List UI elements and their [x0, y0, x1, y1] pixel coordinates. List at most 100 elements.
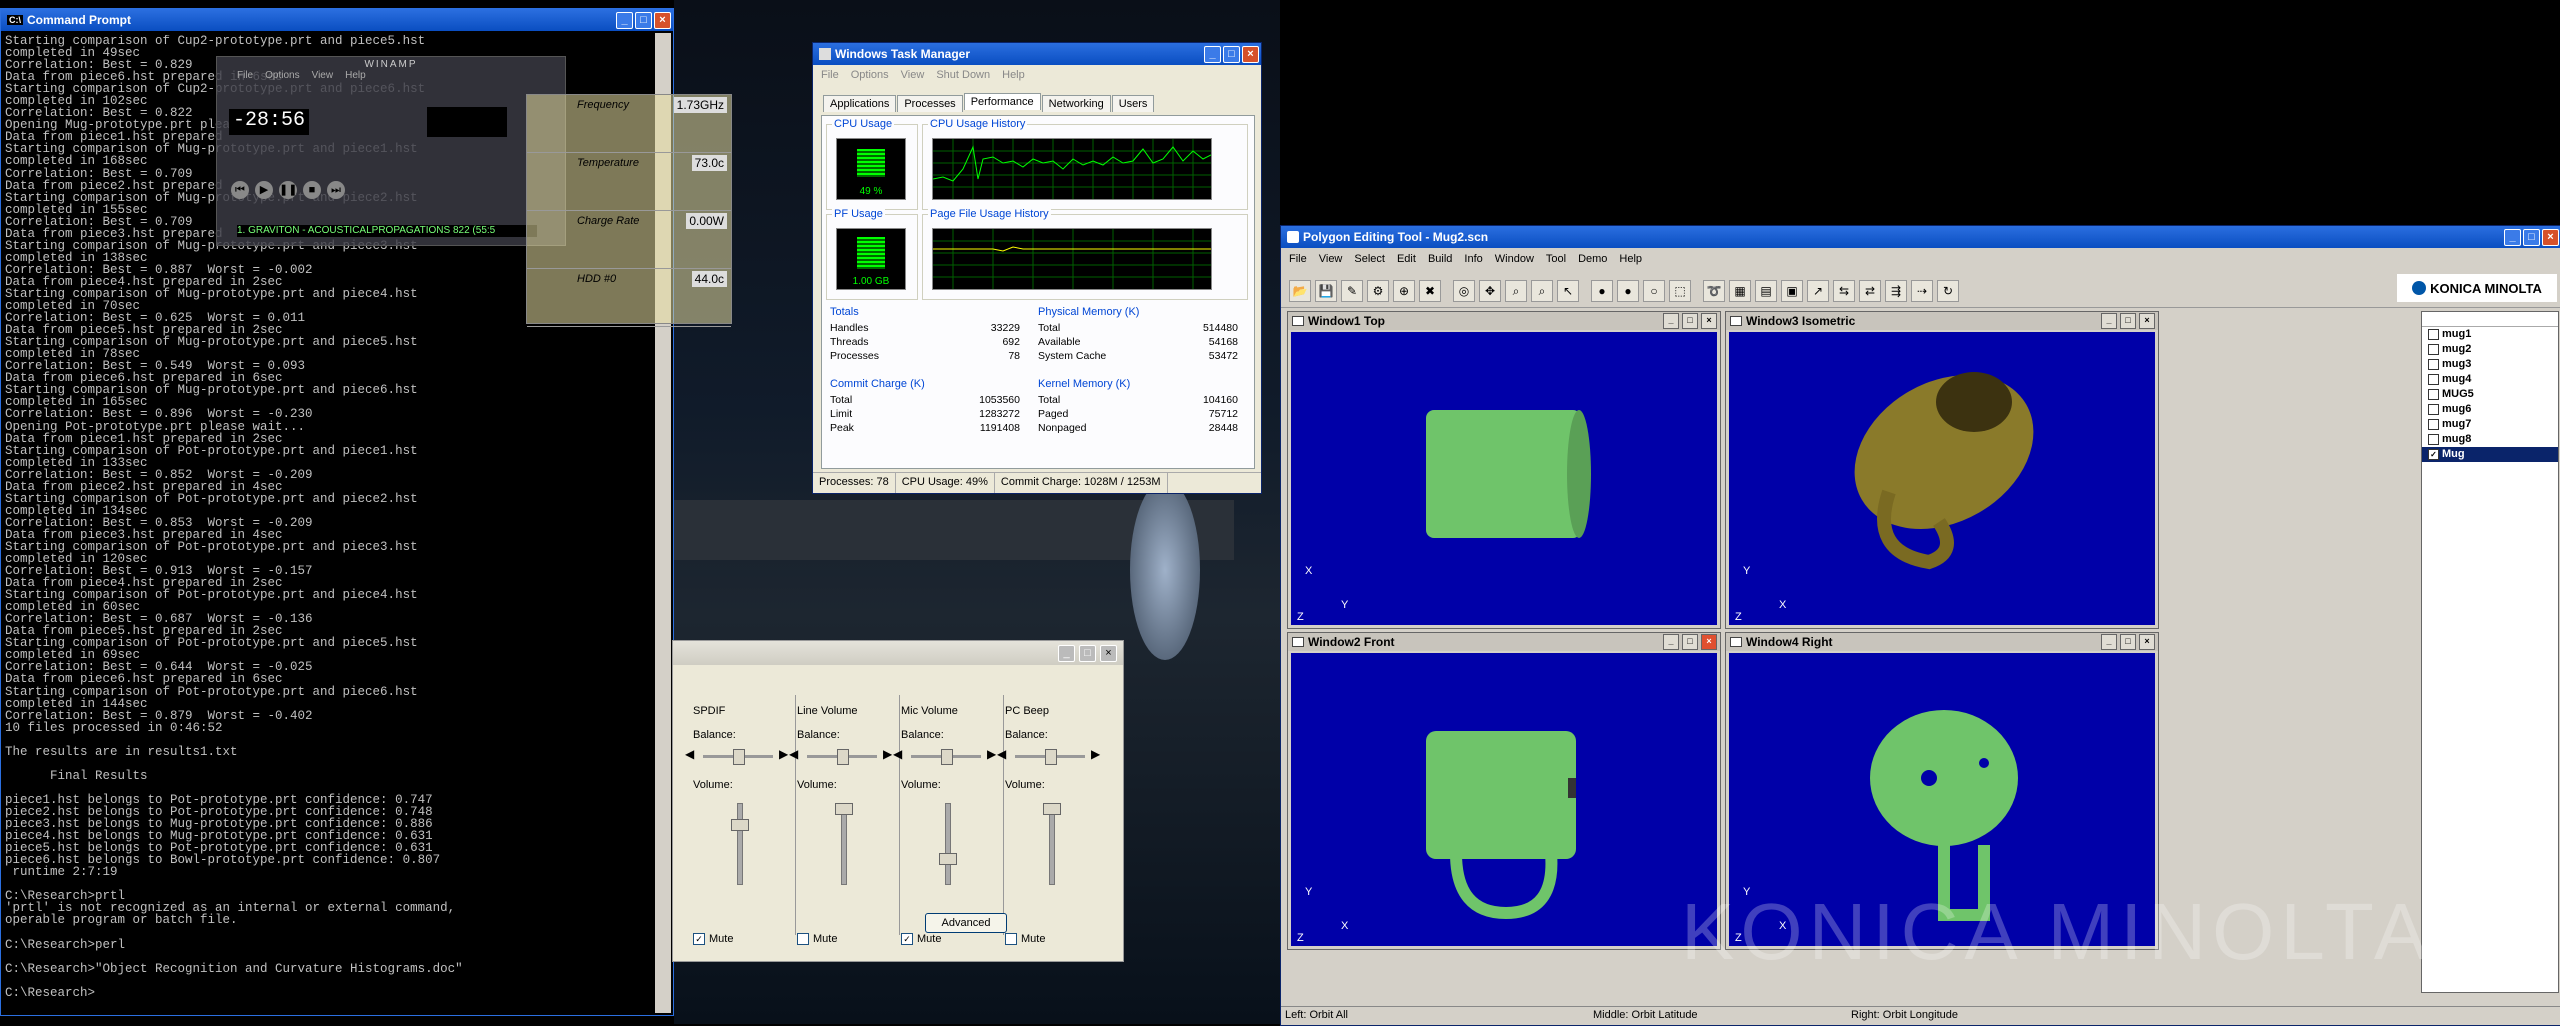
- taskmgr-tabs[interactable]: Applications Processes Performance Networki…: [823, 93, 1155, 112]
- pet-menu-item[interactable]: View: [1319, 253, 1343, 265]
- shade-icon[interactable]: ●: [1617, 280, 1639, 302]
- grid-icon[interactable]: ▦: [1729, 280, 1751, 302]
- maximize-button[interactable]: □: [1223, 45, 1240, 63]
- zoom-box-icon[interactable]: ⌕: [1531, 280, 1553, 302]
- maximize-button[interactable]: □: [2120, 634, 2136, 650]
- object-list-item[interactable]: mug4: [2422, 372, 2558, 387]
- pet-menu-item[interactable]: Demo: [1578, 253, 1607, 265]
- balance-knob[interactable]: [941, 749, 953, 765]
- pet-menu-item[interactable]: Select: [1354, 253, 1385, 265]
- object-list-item[interactable]: MUG5: [2422, 387, 2558, 402]
- object-list-item[interactable]: mug2: [2422, 342, 2558, 357]
- winamp-menu-item[interactable]: Options: [265, 70, 299, 81]
- play-icon[interactable]: ▶: [255, 181, 273, 199]
- balance-slider[interactable]: [703, 749, 773, 765]
- minimize-button[interactable]: _: [1663, 313, 1679, 329]
- pet-menu-item[interactable]: Tool: [1546, 253, 1566, 265]
- mug-mesh[interactable]: [1291, 332, 1717, 625]
- pet-menu-item[interactable]: Help: [1619, 253, 1642, 265]
- balance-slider[interactable]: [1015, 749, 1085, 765]
- viewport-canvas[interactable]: Y X Z: [1729, 332, 2155, 625]
- pet-titlebar[interactable]: Polygon Editing Tool - Mug2.scn _ □ ×: [1281, 226, 2560, 248]
- checkbox-icon[interactable]: [2428, 433, 2439, 445]
- volume-slider-knob[interactable]: [939, 853, 957, 865]
- target-icon[interactable]: ⊕: [1393, 280, 1415, 302]
- balance-slider[interactable]: [807, 749, 877, 765]
- taskmgr-menu-item[interactable]: File: [821, 69, 839, 81]
- pet-menu-item[interactable]: Build: [1428, 253, 1452, 265]
- reload-icon[interactable]: ↻: [1937, 280, 1959, 302]
- object-list-item[interactable]: ✓ Mug: [2422, 447, 2558, 462]
- winamp-controls[interactable]: ⏮ ▶ ❚❚ ■ ⏭: [231, 181, 345, 199]
- minimize-button[interactable]: _: [2101, 634, 2117, 650]
- checkbox-icon[interactable]: [2428, 373, 2439, 385]
- mute-checkbox[interactable]: ✓ Mute: [693, 933, 733, 946]
- volume-slider-track[interactable]: [841, 803, 847, 885]
- volume-slider-knob[interactable]: [731, 819, 749, 831]
- viewport-titlebar[interactable]: Window4 Right _ □ ×: [1726, 633, 2158, 651]
- minimize-button[interactable]: _: [2101, 313, 2117, 329]
- maximize-button[interactable]: □: [1682, 634, 1698, 650]
- checkbox-icon[interactable]: [797, 933, 809, 946]
- tab-applications[interactable]: Applications: [823, 95, 897, 112]
- tab-networking[interactable]: Networking: [1041, 95, 1111, 112]
- viewport-3[interactable]: Window2 Front _ □ × Y X Z: [1287, 632, 1721, 950]
- close-button[interactable]: ×: [2139, 313, 2155, 329]
- close-button[interactable]: ×: [654, 11, 671, 29]
- save-icon[interactable]: 💾: [1315, 280, 1337, 302]
- next-icon[interactable]: ⏭: [327, 181, 345, 199]
- maximize-button[interactable]: □: [2120, 313, 2136, 329]
- viewport-titlebar[interactable]: Window1 Top _ □ ×: [1288, 312, 1720, 330]
- lasso-icon[interactable]: ➰: [1703, 280, 1725, 302]
- viewport-2[interactable]: Window3 Isometric _ □ × Y X Z: [1725, 311, 2159, 629]
- checkbox-icon[interactable]: ✓: [901, 933, 913, 946]
- task-manager-window[interactable]: Windows Task Manager _ □ × File Options Vi…: [812, 42, 1262, 494]
- tab-performance[interactable]: Performance: [963, 93, 1041, 110]
- volume-titlebar[interactable]: _ □ ×: [673, 641, 1123, 665]
- import-icon[interactable]: ✎: [1341, 280, 1363, 302]
- minimize-button[interactable]: _: [1204, 45, 1221, 63]
- open-icon[interactable]: 📂: [1289, 280, 1311, 302]
- flip-icon[interactable]: ⇆: [1833, 280, 1855, 302]
- export-icon[interactable]: ↗: [1807, 280, 1829, 302]
- select-box-icon[interactable]: ⬚: [1669, 280, 1691, 302]
- maximize-button[interactable]: □: [1682, 313, 1698, 329]
- balance-knob[interactable]: [1045, 749, 1057, 765]
- taskmgr-menu-item[interactable]: Shut Down: [936, 69, 990, 81]
- volume-slider-knob[interactable]: [1043, 803, 1061, 815]
- winamp-menu-item[interactable]: File: [237, 70, 253, 81]
- maximize-button[interactable]: □: [2523, 228, 2540, 246]
- winamp-menu-item[interactable]: View: [312, 70, 334, 81]
- move-icon[interactable]: ✥: [1479, 280, 1501, 302]
- pet-menu-item[interactable]: Edit: [1397, 253, 1416, 265]
- stop-icon[interactable]: ■: [303, 181, 321, 199]
- mug-mesh[interactable]: [1729, 332, 2155, 625]
- align-icon[interactable]: ▤: [1755, 280, 1777, 302]
- viewport-titlebar[interactable]: Window3 Isometric _ □ ×: [1726, 312, 2158, 330]
- object-list-item[interactable]: mug7: [2422, 417, 2558, 432]
- checkbox-icon[interactable]: [2428, 388, 2439, 400]
- object-list-item[interactable]: mug3: [2422, 357, 2558, 372]
- maximize-button[interactable]: □: [635, 11, 652, 29]
- close-button[interactable]: ×: [1242, 45, 1259, 63]
- checkbox-icon[interactable]: [2428, 358, 2439, 370]
- checkbox-icon[interactable]: ✓: [2428, 448, 2439, 460]
- object-list-item[interactable]: mug8: [2422, 432, 2558, 447]
- viewport-titlebar[interactable]: Window2 Front _ □ ×: [1288, 633, 1720, 651]
- shade2-icon[interactable]: ○: [1643, 280, 1665, 302]
- mute-checkbox[interactable]: Mute: [797, 933, 837, 946]
- volume-slider-track[interactable]: [945, 803, 951, 885]
- taskmgr-titlebar[interactable]: Windows Task Manager _ □ ×: [813, 43, 1261, 65]
- merge-icon[interactable]: ▣: [1781, 280, 1803, 302]
- zoom-icon[interactable]: ⌕: [1505, 280, 1527, 302]
- volume-control-window[interactable]: _ □ × SPDIF Balance: ◀ ▶ Volume: ✓ Mute Line Vo…: [672, 640, 1124, 962]
- pet-menubar[interactable]: File View Select Edit Build Info Window Tool Dem…: [1281, 248, 2560, 270]
- mug-mesh[interactable]: [1291, 653, 1717, 946]
- checkbox-icon[interactable]: [2428, 343, 2439, 355]
- cylinder-icon[interactable]: ◎: [1453, 280, 1475, 302]
- pause-icon[interactable]: ❚❚: [279, 181, 297, 199]
- taskmgr-menu-item[interactable]: Options: [851, 69, 889, 81]
- taskmgr-menu-item[interactable]: Help: [1002, 69, 1025, 81]
- polygon-editing-tool-window[interactable]: Polygon Editing Tool - Mug2.scn _ □ × Fi…: [1280, 225, 2560, 1026]
- winamp-menu-item[interactable]: Help: [345, 70, 366, 81]
